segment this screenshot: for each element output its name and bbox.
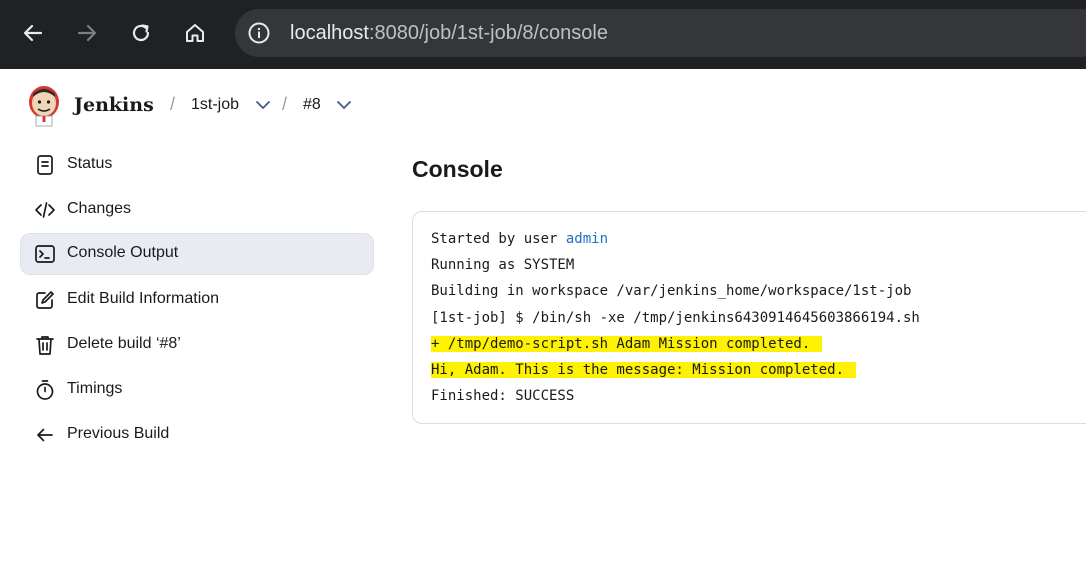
sidebar-item-label: Status bbox=[67, 155, 113, 172]
browser-toolbar: localhost:8080/job/1st-job/8/console bbox=[0, 0, 1086, 69]
sidebar-item-timings[interactable]: Timings bbox=[20, 369, 374, 411]
jenkins-logo[interactable] bbox=[27, 85, 61, 127]
trash-icon bbox=[34, 334, 56, 356]
back-icon[interactable] bbox=[16, 16, 50, 50]
reload-icon[interactable] bbox=[124, 16, 158, 50]
code-icon bbox=[34, 199, 56, 221]
sidebar-item-changes[interactable]: Changes bbox=[20, 189, 374, 231]
url-host: localhost bbox=[290, 22, 369, 44]
chevron-down-icon[interactable] bbox=[255, 98, 271, 112]
sidebar-item-label: Changes bbox=[67, 200, 132, 217]
highlighted-text: + /tmp/demo-script.sh Adam Mission compl… bbox=[431, 336, 823, 352]
sidebar-item-delete-build[interactable]: Delete build ‘#8’ bbox=[20, 324, 374, 366]
user-link[interactable]: admin bbox=[566, 231, 608, 247]
sidebar-item-label: Delete build ‘#8’ bbox=[67, 335, 181, 352]
jenkins-brand[interactable]: Jenkins bbox=[74, 94, 154, 116]
sidebar-item-edit-build-information[interactable]: Edit Build Information bbox=[20, 279, 374, 321]
chevron-down-icon[interactable] bbox=[336, 98, 352, 112]
sidebar-item-previous-build[interactable]: Previous Build bbox=[20, 414, 374, 456]
terminal-icon bbox=[34, 243, 56, 265]
console-line-highlighted: Hi, Adam. This is the message: Mission c… bbox=[431, 361, 857, 379]
console-line: Building in workspace /var/jenkins_home/… bbox=[431, 283, 912, 299]
url-path: :8080/job/1st-job/8/console bbox=[368, 22, 608, 44]
site-info-icon[interactable] bbox=[247, 21, 271, 45]
home-icon[interactable] bbox=[178, 16, 212, 50]
url-text[interactable]: localhost:8080/job/1st-job/8/console bbox=[290, 21, 608, 45]
breadcrumb-separator: / bbox=[170, 94, 176, 114]
sidebar-item-label: Previous Build bbox=[67, 425, 170, 442]
arrow-left-icon bbox=[34, 424, 56, 446]
stopwatch-icon bbox=[34, 379, 56, 401]
breadcrumb-build[interactable]: #8 bbox=[303, 96, 321, 114]
console-line-highlighted: + /tmp/demo-script.sh Adam Mission compl… bbox=[431, 335, 823, 353]
breadcrumb-job[interactable]: 1st-job bbox=[191, 96, 239, 114]
status-icon bbox=[34, 154, 56, 176]
sidebar-item-status[interactable]: Status bbox=[20, 144, 374, 186]
sidebar-item-console-output[interactable]: Console Output bbox=[20, 233, 374, 275]
page-title: Console bbox=[412, 156, 503, 182]
console-line: Running as SYSTEM bbox=[431, 257, 575, 273]
sidebar-item-label: Timings bbox=[67, 380, 123, 397]
sidebar-item-label: Console Output bbox=[67, 244, 179, 261]
edit-icon bbox=[34, 289, 56, 311]
console-line-text: Started by user bbox=[431, 231, 566, 247]
forward-icon[interactable] bbox=[70, 16, 104, 50]
console-line: Finished: SUCCESS bbox=[431, 388, 575, 404]
breadcrumb-separator: / bbox=[282, 94, 288, 114]
console-line: Started by user admin bbox=[431, 230, 608, 248]
address-bar[interactable]: localhost:8080/job/1st-job/8/console bbox=[235, 9, 1086, 57]
console-line: [1st-job] $ /bin/sh -xe /tmp/jenkins6430… bbox=[431, 310, 920, 326]
highlighted-text: Hi, Adam. This is the message: Mission c… bbox=[431, 362, 857, 378]
sidebar-item-label: Edit Build Information bbox=[67, 290, 220, 307]
